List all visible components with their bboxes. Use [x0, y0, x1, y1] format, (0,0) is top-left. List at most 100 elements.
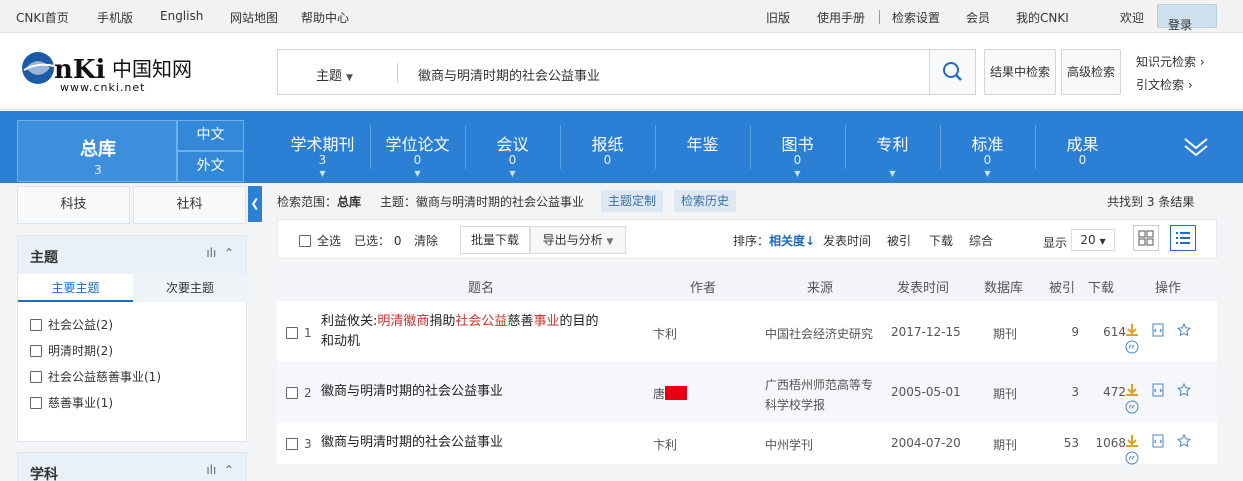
tab-newspaper[interactable]: 报纸 0	[560, 111, 655, 183]
filter-item[interactable]: 慈善事业(1)	[30, 394, 113, 411]
sort-cited[interactable]: 被引	[887, 232, 911, 249]
search-input[interactable]: 徽商与明清时期的社会公益事业	[418, 65, 600, 84]
topic-custom-button[interactable]: 主题定制	[601, 190, 663, 212]
cited-count[interactable]: 9	[1043, 325, 1079, 339]
cnki-logo[interactable]: nKi 中国知网 www.cnki.net	[20, 48, 200, 94]
download-icon[interactable]	[1125, 323, 1139, 340]
panel-header[interactable]: 学科 ılı ⌃	[18, 453, 246, 481]
row-select[interactable]: 2	[286, 386, 312, 400]
checkbox[interactable]	[30, 397, 42, 409]
author-link[interactable]: 卞利	[653, 325, 677, 342]
link-sitemap[interactable]: 网站地图	[230, 9, 278, 26]
export-analysis-button[interactable]: 导出与分析 ▼	[530, 226, 626, 254]
cited-count[interactable]: 53	[1043, 436, 1079, 450]
search-button[interactable]	[929, 50, 975, 94]
cite-quote-icon[interactable]	[1125, 451, 1139, 468]
advanced-search-button[interactable]: 高级检索	[1061, 49, 1121, 95]
row-select[interactable]: 1	[286, 326, 312, 340]
expand-chevron-icon[interactable]	[1182, 135, 1210, 162]
result-search-button[interactable]: 结果中检索	[984, 49, 1056, 95]
link-old-version[interactable]: 旧版	[766, 9, 790, 26]
filter-item[interactable]: 明清时期(2)	[30, 342, 113, 359]
result-title-link[interactable]: 徽商与明清时期的社会公益事业	[321, 433, 503, 453]
html-read-icon[interactable]	[1151, 383, 1165, 400]
source-link[interactable]: 广西梧州师范高等专 科学校学报	[765, 375, 873, 415]
link-cnki-home[interactable]: CNKI首页	[16, 9, 69, 26]
citation-search-link[interactable]: 引文检索 ›	[1136, 76, 1193, 93]
source-link[interactable]: 中州学刊	[765, 436, 813, 453]
filter-item[interactable]: 社会公益(2)	[30, 316, 113, 333]
favorite-star-icon[interactable]	[1176, 382, 1191, 400]
cite-quote-icon[interactable]	[1125, 340, 1139, 357]
chart-collapse-icon[interactable]: ılı ⌃	[206, 463, 234, 477]
list-view-button[interactable]	[1170, 225, 1196, 251]
html-read-icon[interactable]	[1151, 323, 1165, 340]
tab-zongku[interactable]: 总库 3	[17, 120, 177, 182]
chart-collapse-icon[interactable]: ılı ⌃	[206, 246, 234, 260]
link-manual[interactable]: 使用手册	[817, 9, 865, 26]
checkbox[interactable]	[299, 235, 311, 247]
author-link[interactable]: 卞利	[653, 436, 677, 453]
seg-science[interactable]: 科技	[17, 186, 130, 224]
result-title-link[interactable]: 利益攸关:明清徽商捐助社会公益慈善事业的目的 和动机	[321, 312, 598, 352]
clear-link[interactable]: 清除	[414, 232, 438, 249]
select-all-checkbox[interactable]: 全选	[299, 232, 341, 249]
link-my-cnki[interactable]: 我的CNKI	[1016, 9, 1069, 26]
panel-header[interactable]: 主题 ılı ⌃	[18, 236, 246, 274]
checkbox[interactable]	[286, 387, 298, 399]
checkbox[interactable]	[286, 327, 298, 339]
tab-standards[interactable]: 标准 0 ▼	[940, 111, 1035, 183]
tab-yearbook[interactable]: 年鉴	[655, 111, 750, 183]
link-help[interactable]: 帮助中心	[301, 9, 349, 26]
link-search-settings[interactable]: 检索设置	[892, 9, 940, 26]
sort-date[interactable]: 发表时间	[823, 232, 871, 249]
grid-view-button[interactable]	[1133, 225, 1159, 251]
link-mobile[interactable]: 手机版	[97, 9, 133, 26]
link-english[interactable]: English	[160, 9, 203, 23]
knowledge-search-link[interactable]: 知识元检索 ›	[1136, 53, 1205, 70]
tab-chinese[interactable]: 中文	[177, 120, 244, 151]
tab-books[interactable]: 图书 0 ▼	[750, 111, 845, 183]
tab-foreign[interactable]: 外文	[177, 151, 244, 182]
filter-item[interactable]: 社会公益慈善事业(1)	[30, 368, 161, 385]
tab-conference[interactable]: 会议 0 ▼	[465, 111, 560, 183]
login-button[interactable]: 登录 ⌄	[1157, 4, 1217, 32]
favorite-star-icon[interactable]	[1176, 322, 1191, 340]
cite-quote-icon[interactable]	[1125, 400, 1139, 417]
tab-journals[interactable]: 学术期刊 3 ▼	[275, 111, 370, 183]
page-size-select[interactable]: 20 ▼	[1071, 229, 1115, 251]
tab-patents[interactable]: 专利 ▼	[845, 111, 940, 183]
cited-count[interactable]: 3	[1043, 385, 1079, 399]
tab-secondary-topic[interactable]: 次要主题	[133, 274, 247, 302]
row-select[interactable]: 3	[286, 437, 312, 451]
title-highlight: 事业	[533, 314, 560, 329]
link-member[interactable]: 会员	[966, 9, 990, 26]
sidebar-collapse-button[interactable]: ❮	[248, 186, 262, 222]
tab-main-topic[interactable]: 主要主题	[18, 274, 133, 302]
checkbox[interactable]	[286, 438, 298, 450]
search-history-button[interactable]: 检索历史	[674, 190, 736, 212]
tab-count: 3	[318, 153, 327, 167]
download-icon[interactable]	[1125, 434, 1139, 451]
favorite-star-icon[interactable]	[1176, 433, 1191, 451]
search-type-select[interactable]: 主题 ▼	[316, 65, 353, 84]
sort-composite[interactable]: 综合	[969, 232, 993, 249]
topic-value: 徽商与明清时期的社会公益事业	[416, 195, 585, 209]
sort-downloads[interactable]: 下载	[929, 232, 953, 249]
checkbox[interactable]	[30, 345, 42, 357]
sort-relevance[interactable]: 相关度↓	[769, 232, 815, 249]
source-link[interactable]: 中国社会经济史研究	[765, 325, 873, 342]
seg-social[interactable]: 社科	[133, 186, 246, 224]
result-title-link[interactable]: 徽商与明清时期的社会公益事业	[321, 382, 503, 402]
html-read-icon[interactable]	[1151, 434, 1165, 451]
download-icon[interactable]	[1125, 383, 1139, 400]
tab-achievements[interactable]: 成果 0	[1035, 111, 1130, 183]
tab-label: 总库	[80, 139, 116, 160]
title-part: 捐助	[429, 314, 456, 329]
col-actions: 操作	[1155, 281, 1182, 296]
checkbox[interactable]	[30, 371, 42, 383]
tab-theses[interactable]: 学位论文 0 ▼	[370, 111, 465, 183]
checkbox[interactable]	[30, 319, 42, 331]
batch-download-button[interactable]: 批量下载	[460, 226, 530, 254]
author-link[interactable]: 唐	[653, 385, 688, 402]
